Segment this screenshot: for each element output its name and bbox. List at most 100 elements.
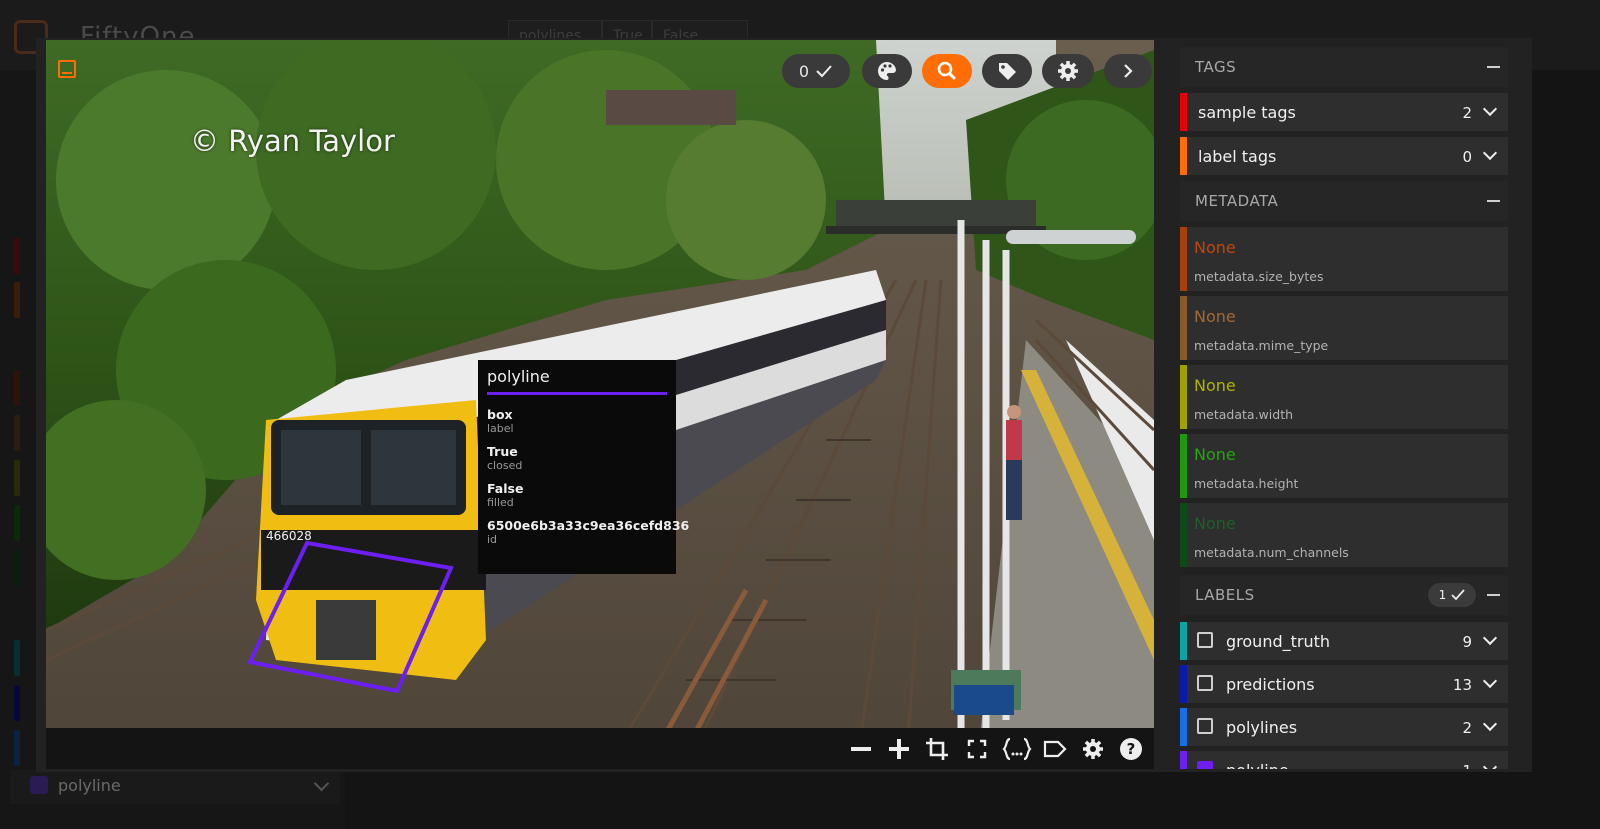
crop-icon <box>926 738 948 760</box>
chevron-down-icon[interactable] <box>1482 673 1498 689</box>
chevron-down-icon[interactable] <box>1482 145 1498 161</box>
row-label: sample tags <box>1198 103 1296 122</box>
metadata-height: None metadata.height <box>1180 434 1508 498</box>
row-count: 1 <box>1462 762 1472 769</box>
section-title: METADATA <box>1195 192 1279 210</box>
sidebar-item-sample-tags[interactable]: sample tags 2 <box>1180 93 1508 131</box>
viewer-settings-button[interactable] <box>1080 736 1106 762</box>
bg-stripe <box>14 550 20 586</box>
color-stripe <box>1180 296 1187 360</box>
color-stripe <box>1180 434 1187 498</box>
bg-field-label: polyline <box>58 776 121 795</box>
color-stripe <box>1180 365 1187 429</box>
collapse-icon[interactable] <box>1487 200 1500 202</box>
sidebar-item-predictions[interactable]: predictions 13 <box>1180 665 1508 703</box>
tooltip-value: False <box>487 481 524 496</box>
sidebar-item-label-tags[interactable]: label tags 0 <box>1180 137 1508 175</box>
color-stripe <box>1180 622 1187 660</box>
tooltip-title: polyline <box>487 367 550 386</box>
labels-selected-number: 1 <box>1438 588 1447 602</box>
metadata-num-channels: None metadata.num_channels <box>1180 503 1508 567</box>
metadata-value: None <box>1194 445 1236 464</box>
help-button[interactable]: ? <box>1118 736 1144 762</box>
tooltip-color-bar <box>487 392 667 395</box>
chevron-right-icon <box>1124 64 1133 78</box>
labels-selected-count[interactable]: 1 <box>1428 583 1476 607</box>
minus-icon <box>851 747 871 751</box>
selected-count-button[interactable]: 0 <box>782 54 850 88</box>
color-stripe <box>1180 93 1187 131</box>
check-icon <box>816 65 832 78</box>
json-button[interactable] <box>1002 736 1032 762</box>
metadata-key: metadata.size_bytes <box>1194 269 1324 284</box>
color-stripe <box>1180 227 1187 291</box>
svg-text:?: ? <box>1127 740 1136 758</box>
chevron-down-icon[interactable] <box>1482 630 1498 646</box>
tooltip-key: closed <box>487 459 523 472</box>
bg-stripe <box>14 370 20 406</box>
chevron-down-icon[interactable] <box>1482 716 1498 732</box>
tooltip-value: True <box>487 444 518 459</box>
section-title: LABELS <box>1195 586 1255 604</box>
row-count: 2 <box>1462 719 1472 737</box>
sidebar-item-polyline[interactable]: polyline 1 <box>1180 751 1508 769</box>
search-button[interactable] <box>922 54 972 88</box>
sidebar-item-polylines[interactable]: polylines 2 <box>1180 708 1508 746</box>
gear-icon <box>1058 61 1078 81</box>
chevron-down-icon[interactable] <box>1482 101 1498 117</box>
tooltip-value: box <box>487 407 513 422</box>
tooltip-key: label <box>487 422 514 435</box>
row-count: 0 <box>1462 148 1472 166</box>
color-stripe <box>1180 751 1187 769</box>
field-checkbox[interactable] <box>1197 675 1213 691</box>
crop-button[interactable] <box>924 736 950 762</box>
gear-icon <box>1083 739 1103 759</box>
field-checkbox[interactable] <box>1197 761 1213 769</box>
zoom-out-button[interactable] <box>848 736 874 762</box>
bg-stripe <box>14 685 20 721</box>
row-label: polyline <box>1226 761 1289 769</box>
row-label: predictions <box>1226 675 1315 694</box>
zoom-in-button[interactable] <box>886 736 912 762</box>
palette-icon <box>878 61 896 80</box>
json-icon <box>1002 737 1032 761</box>
metadata-size-bytes: None metadata.size_bytes <box>1180 227 1508 291</box>
bg-stripe <box>14 460 20 496</box>
color-palette-button[interactable] <box>862 54 912 88</box>
collapse-icon[interactable] <box>1487 66 1500 68</box>
row-count: 9 <box>1462 633 1472 651</box>
collapse-icon[interactable] <box>1487 594 1500 596</box>
chevron-down-icon[interactable] <box>1482 759 1498 769</box>
expand-icon[interactable] <box>58 60 76 78</box>
check-icon <box>1451 589 1465 601</box>
metadata-value: None <box>1194 514 1236 533</box>
image-watermark: © Ryan Taylor <box>190 124 395 158</box>
section-title: TAGS <box>1195 58 1237 76</box>
bg-stripe <box>14 238 20 274</box>
metadata-value: None <box>1194 238 1236 257</box>
sidebar-item-ground-truth[interactable]: ground_truth 9 <box>1180 622 1508 660</box>
tag-button[interactable] <box>982 54 1032 88</box>
color-stripe <box>1180 137 1187 175</box>
settings-button[interactable] <box>1042 54 1094 88</box>
selected-count: 0 <box>798 61 810 81</box>
search-icon <box>937 61 957 81</box>
tooltip-key: id <box>487 533 498 546</box>
bg-checkbox[interactable] <box>30 776 48 794</box>
row-count: 2 <box>1462 104 1472 122</box>
tooltip-key: filled <box>487 496 514 509</box>
fullscreen-button[interactable] <box>964 736 990 762</box>
tags-section-header[interactable]: TAGS <box>1180 47 1508 87</box>
metadata-section-header[interactable]: METADATA <box>1180 181 1508 221</box>
metadata-key: metadata.width <box>1194 407 1294 422</box>
field-checkbox[interactable] <box>1197 632 1213 648</box>
label-button[interactable] <box>1042 736 1068 762</box>
bg-stripe <box>14 505 20 541</box>
metadata-value: None <box>1194 376 1236 395</box>
row-label: label tags <box>1198 147 1277 166</box>
label-tooltip: polyline box label True closed False fil… <box>478 360 689 574</box>
next-sample-button[interactable] <box>1104 54 1152 88</box>
field-checkbox[interactable] <box>1197 718 1213 734</box>
row-label: polylines <box>1226 718 1298 737</box>
tag-icon <box>999 63 1016 80</box>
